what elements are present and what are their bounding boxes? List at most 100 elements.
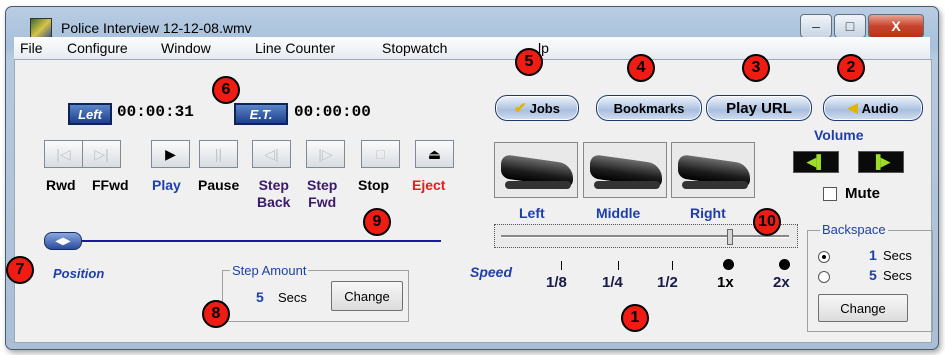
backspace-value-1: 1 [869,247,877,263]
left-time: 00:00:31 [117,103,194,121]
callout-5: 5 [515,48,543,76]
backspace-unit-1: Secs [883,248,912,263]
volume-up-button[interactable]: ▐▶ [858,151,904,173]
backspace-radio-5[interactable] [818,271,830,283]
backspace-change-button[interactable]: Change [818,294,908,322]
step-amount-legend: Step Amount [230,263,309,278]
speed-dot-1x [723,259,734,270]
pedal-left-label: Left [519,205,545,221]
step-amount-change-label: Change [344,288,390,304]
audio-button[interactable]: ◀ Audio [823,95,923,121]
play-button[interactable]: ▶ [151,140,190,168]
bookmarks-label: Bookmarks [613,100,685,116]
menu-configure[interactable]: Configure [67,40,128,56]
callout-9: 9 [363,208,391,236]
audio-label: Audio [861,100,899,116]
minimize-button[interactable]: – [800,14,832,38]
mute-checkbox[interactable] [823,187,837,201]
step-back-icon: ◁| [264,145,279,162]
speaker-icon: ◀ [847,100,858,115]
pedal-right-label: Right [690,205,726,221]
stop-button[interactable]: □ [361,140,400,168]
menu-line-counter[interactable]: Line Counter [255,40,335,56]
play-icon: ▶ [165,145,176,162]
rewind-label: Rwd [46,177,76,193]
position-thumb[interactable]: ◀▶ [44,232,82,250]
rewind-icon: |◁ [56,145,71,162]
et-counter-tag: E.T. [234,103,288,125]
stop-icon: □ [376,146,385,162]
maximize-button[interactable]: □ [834,14,866,38]
eject-icon: ⏏ [427,145,442,162]
fast-forward-icon: ▷| [94,145,109,162]
volume-up-icon: ▐▶ [871,154,891,169]
speed-tick-1-4 [618,261,619,270]
stop-label: Stop [358,177,390,193]
step-forward-label: Step Fwd [307,177,338,210]
play-url-label: Play URL [726,99,792,117]
volume-label: Volume [814,127,864,143]
speed-thumb[interactable] [727,229,733,245]
eject-button[interactable]: ⏏ [415,140,454,168]
callout-4: 4 [627,54,655,82]
speed-slider[interactable] [494,224,798,248]
maximize-icon: □ [845,18,855,34]
play-url-button[interactable]: Play URL [706,95,812,121]
pause-icon: || [214,146,223,162]
speed-mark-1-2: 1/2 [657,274,678,291]
check-icon: ✔ [514,100,527,117]
menu-bar: File Configure Window Line Counter Stopw… [14,37,930,60]
speed-dot-2x [779,259,790,270]
backspace-value-5: 5 [869,267,877,283]
window-title: Police Interview 12-12-08.wmv [61,20,252,36]
et-time: 00:00:00 [294,103,371,121]
callout-7: 7 [6,256,34,284]
volume-down-button[interactable]: ◀▌ [793,151,839,173]
position-label: Position [53,266,105,281]
position-track[interactable] [58,240,441,242]
backspace-radio-1[interactable] [818,251,830,263]
step-amount-value: 5 [256,289,264,305]
menu-stopwatch[interactable]: Stopwatch [382,40,447,56]
callout-8: 8 [202,300,230,328]
speed-label: Speed [470,264,513,280]
jobs-button[interactable]: ✔ Jobs [495,95,579,121]
jobs-label: Jobs [529,100,560,116]
speed-track [501,235,789,238]
left-right-arrows-icon: ◀▶ [55,235,71,247]
pedal-right-image [671,142,755,198]
close-button[interactable]: X [868,14,924,38]
step-amount-change-button[interactable]: Change [331,281,403,311]
backspace-legend: Backspace [820,222,888,237]
callout-6: 6 [212,76,240,104]
bookmarks-button[interactable]: Bookmarks [596,95,702,121]
step-amount-unit: Secs [278,290,307,305]
pedal-middle-label: Middle [596,205,641,221]
speed-tick-1-8 [561,261,562,270]
speed-mark-1x: 1x [717,274,734,291]
left-counter-tag: Left [68,103,112,125]
mute-label: Mute [845,185,880,202]
menu-file[interactable]: File [20,40,43,56]
menu-window[interactable]: Window [161,40,211,56]
callout-2: 2 [837,54,865,82]
callout-3: 3 [742,54,770,82]
eject-label: Eject [412,177,446,193]
app-window: Police Interview 12-12-08.wmv – □ X File… [5,6,939,350]
fast-forward-label: FFwd [92,177,129,193]
volume-down-icon: ◀▌ [806,154,826,169]
speed-mark-1-8: 1/8 [546,274,567,291]
backspace-change-label: Change [840,300,886,316]
pause-label: Pause [198,177,240,193]
pedal-middle-image [583,142,667,198]
step-forward-button[interactable]: |▷ [306,140,345,168]
pedal-left-image [494,142,578,198]
pause-button[interactable]: || [199,140,238,168]
close-icon: X [891,18,901,34]
step-back-button[interactable]: ◁| [252,140,291,168]
step-forward-icon: |▷ [318,145,333,162]
fast-forward-button[interactable]: ▷| [82,140,121,168]
backspace-unit-5: Secs [883,268,912,283]
rewind-button[interactable]: |◁ [44,140,83,168]
callout-1: 1 [621,304,649,332]
